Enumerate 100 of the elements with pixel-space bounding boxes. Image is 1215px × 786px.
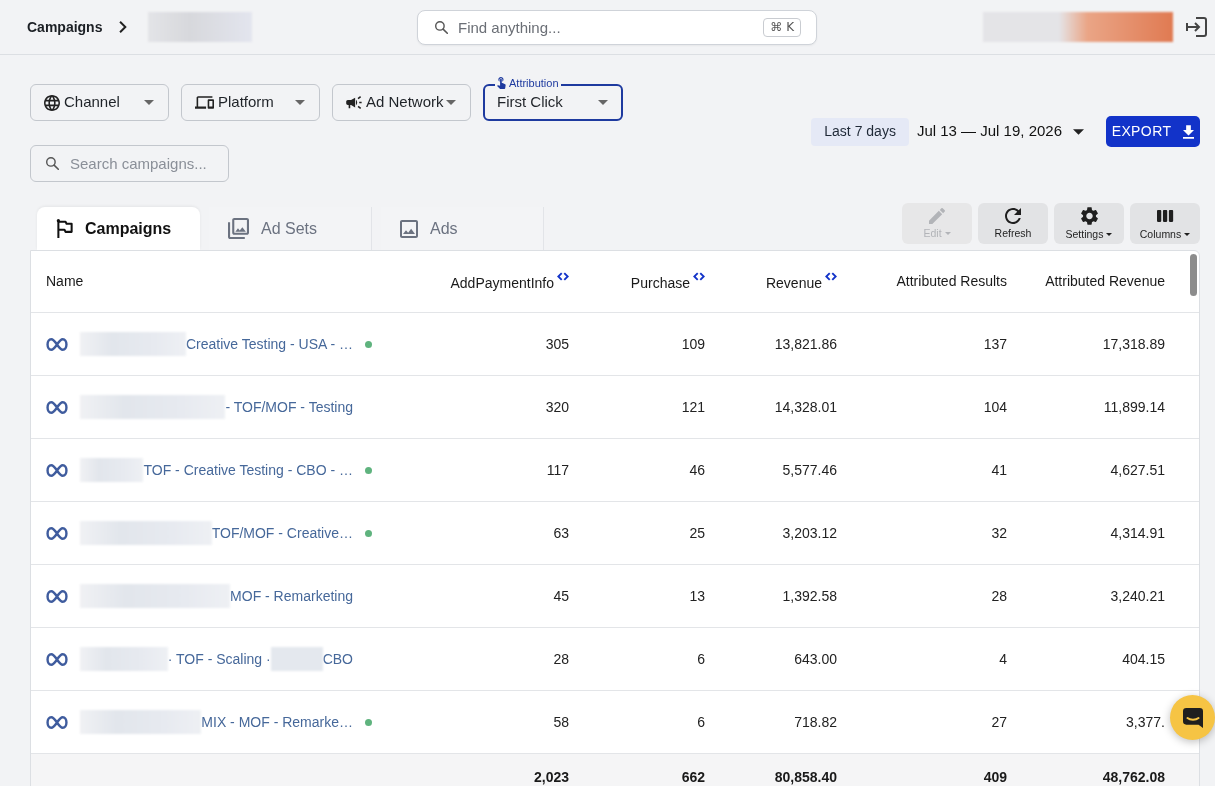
table-cell-text: 643.00 [793, 649, 837, 669]
pencil-icon [929, 208, 945, 224]
table-cell-text: 137 [982, 334, 1007, 354]
filter-dropdown[interactable]: Channel [30, 84, 169, 121]
chat-icon [1182, 707, 1203, 728]
campaign-link[interactable]: Creative Testing - USA - … [185, 333, 353, 355]
table-cell-text: 11,899.14 [1102, 397, 1165, 417]
total-cell-text: 409 [982, 768, 1007, 786]
column-header: Attributed Results [896, 272, 1007, 291]
total-cell-text: 48,762.08 [1101, 768, 1165, 786]
search-icon [46, 157, 59, 170]
infinity-icon [46, 715, 68, 729]
date-preset-chip[interactable]: Last 7 days [811, 117, 909, 146]
scrollbar-thumb[interactable] [1190, 254, 1197, 296]
megaphone-icon [346, 96, 362, 109]
redacted-block [80, 458, 144, 482]
table-cell-text: 404.15 [1121, 649, 1165, 669]
infinity-icon [46, 463, 68, 477]
shortcut-hint: ⌘ K [763, 17, 801, 37]
breadcrumb-link[interactable]: Campaigns [27, 16, 103, 38]
column-header: Attributed Revenue [1045, 272, 1165, 291]
table-cell-text: 17,318.89 [1101, 334, 1165, 354]
column-header[interactable]: AddPaymentInfo [450, 273, 554, 294]
search-icon [435, 20, 448, 34]
flag-icon [56, 218, 73, 239]
table-cell-text: 4,314.91 [1109, 523, 1165, 543]
table-cell-text: 109 [680, 334, 705, 354]
photo-stack-icon [228, 218, 249, 239]
campaign-link[interactable]: CBO [322, 648, 353, 670]
table-cell-text: 41 [990, 460, 1007, 480]
table-cell-text: 4 [998, 649, 1007, 669]
caret-icon [295, 100, 305, 105]
date-range-picker[interactable]: Jul 13 — Jul 19, 2026 [916, 120, 1084, 143]
table-cell-text: 3,203.12 [781, 523, 837, 543]
table-cell-text: 27 [990, 712, 1007, 732]
table-cell-text: 320 [544, 397, 569, 417]
infinity-icon [46, 526, 68, 540]
filter-dropdown[interactable]: Ad Network [332, 84, 471, 121]
tab[interactable]: Campaigns [37, 207, 200, 250]
column-header: Name [46, 272, 84, 291]
table-cell-text: 104 [982, 397, 1007, 417]
table-cell-text: 13,821.86 [773, 334, 837, 354]
table-cell-text: 63 [552, 523, 569, 543]
table-cell-text: 121 [680, 397, 705, 417]
table-cell-text: 25 [688, 523, 705, 543]
download-icon [1183, 124, 1195, 139]
toolbar-button[interactable]: Columns [1130, 203, 1200, 244]
sort-icon[interactable] [825, 272, 837, 281]
caret-icon [144, 100, 154, 105]
campaign-link[interactable]: - TOF/MOF - Testing [225, 396, 353, 418]
caret-icon [1073, 128, 1084, 135]
table-cell-text: 6 [696, 649, 705, 669]
table-cell-text: 32 [990, 523, 1007, 543]
table-cell-text: 718.82 [793, 712, 837, 732]
table-cell-text: 3,240.21 [1109, 586, 1165, 606]
column-header[interactable]: Revenue [765, 273, 822, 294]
globe-icon [44, 94, 60, 111]
table-cell-text: 305 [544, 334, 569, 354]
toolbar-button[interactable]: Settings [1054, 203, 1124, 244]
caret-icon [446, 100, 456, 105]
campaign-link[interactable]: TOF/MOF - Creative… [211, 522, 353, 544]
export-button[interactable]: EXPORT [1106, 116, 1200, 147]
table-cell-text: 3,377. [1125, 712, 1165, 732]
table-cell-text: 1,392.58 [781, 586, 837, 606]
filter-dropdown[interactable]: Platform [181, 84, 320, 121]
sort-icon[interactable] [557, 272, 569, 281]
table-cell-text: 13 [688, 586, 705, 606]
columns-icon [1156, 210, 1174, 222]
chevron-right-icon [119, 21, 128, 33]
total-cell-text: 2,023 [532, 768, 569, 786]
infinity-icon [46, 589, 68, 603]
logout-icon[interactable] [1186, 17, 1207, 37]
table-cell-text: 58 [552, 712, 569, 732]
infinity-icon [46, 400, 68, 414]
campaign-link[interactable]: TOF - Creative Testing - CBO - … [143, 459, 353, 481]
campaign-link[interactable]: MOF - Remarketing [230, 585, 353, 607]
table-cell-text: 6 [696, 712, 705, 732]
campaign-link[interactable]: MIX - MOF - Remarke… [201, 711, 353, 733]
table-cell-text: 5,577.46 [781, 460, 837, 480]
toolbar-button[interactable]: Refresh [978, 203, 1048, 244]
table-cell-text: 117 [545, 460, 569, 480]
infinity-icon [46, 337, 68, 351]
table-cell-text: 28 [552, 649, 569, 669]
refresh-icon [1005, 208, 1021, 224]
table-cell-text: 14,328.01 [773, 397, 837, 417]
column-header[interactable]: Purchase [630, 273, 690, 294]
settings-icon [1080, 207, 1098, 225]
table-cell-text: 45 [552, 586, 569, 606]
table-cell-text: 28 [990, 586, 1007, 606]
search-field[interactable]: Search campaigns... [30, 145, 229, 182]
caret-icon [598, 100, 608, 105]
table-cell-text: 46 [688, 460, 705, 480]
total-cell-text: 80,858.40 [773, 768, 837, 786]
table-cell-text: 4,627.51 [1109, 460, 1165, 480]
campaign-link[interactable]: · TOF - Scaling · [167, 648, 271, 670]
image-icon [400, 219, 418, 238]
infinity-icon [46, 652, 68, 666]
sort-icon[interactable] [693, 272, 705, 281]
touch-icon [497, 77, 506, 89]
devices-icon [195, 96, 214, 109]
